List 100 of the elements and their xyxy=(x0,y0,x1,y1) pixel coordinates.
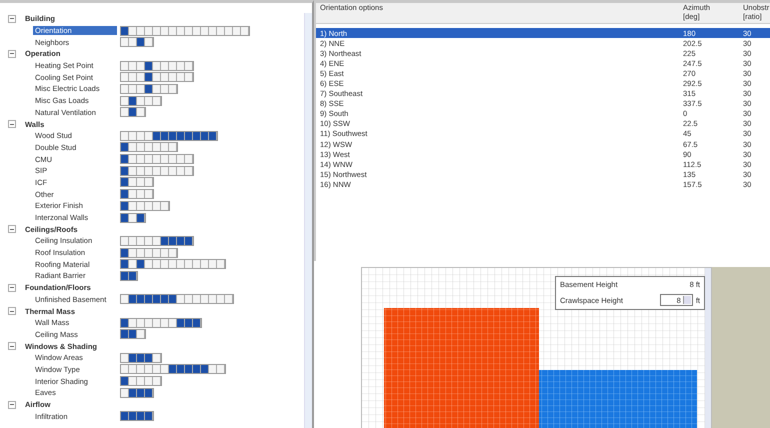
option-cell[interactable] xyxy=(145,248,153,257)
option-cell[interactable] xyxy=(177,62,185,70)
option-cell[interactable] xyxy=(177,365,185,374)
option-cell[interactable] xyxy=(153,248,161,257)
option-cell[interactable] xyxy=(137,377,145,386)
option-cell[interactable] xyxy=(201,132,209,140)
option-cell[interactable] xyxy=(225,295,233,304)
option-cell[interactable] xyxy=(153,96,161,105)
option-cell[interactable] xyxy=(169,143,177,152)
option-cell[interactable] xyxy=(145,354,153,362)
option-cell[interactable] xyxy=(137,365,145,374)
option-cell[interactable] xyxy=(209,26,217,35)
expander-icon[interactable] xyxy=(8,225,16,234)
option-cell[interactable] xyxy=(129,260,137,268)
option-cell[interactable] xyxy=(161,143,169,152)
option-cell[interactable] xyxy=(193,318,201,327)
option-cell[interactable] xyxy=(145,62,153,70)
option-cell[interactable] xyxy=(129,132,137,140)
expander-icon[interactable] xyxy=(8,342,16,350)
option-cell[interactable] xyxy=(121,236,129,245)
option-cell[interactable] xyxy=(185,166,193,175)
option-cell[interactable] xyxy=(137,236,145,245)
option-cell[interactable] xyxy=(121,26,129,35)
option-cell[interactable] xyxy=(121,377,129,386)
option-cell[interactable] xyxy=(169,62,177,70)
option-cell[interactable] xyxy=(153,318,161,327)
option-cell[interactable] xyxy=(137,318,145,327)
option-cell[interactable] xyxy=(201,365,209,374)
option-cell[interactable] xyxy=(129,330,137,338)
option-cell[interactable] xyxy=(185,73,193,82)
option-cell[interactable] xyxy=(193,260,201,268)
option-cell[interactable] xyxy=(177,236,185,245)
option-cell[interactable] xyxy=(153,365,161,374)
option-cell[interactable] xyxy=(145,84,153,93)
option-cell[interactable] xyxy=(161,166,169,175)
option-cell[interactable] xyxy=(145,178,153,186)
option-cell[interactable] xyxy=(137,143,145,152)
option-cell[interactable] xyxy=(153,260,161,268)
option-cell[interactable] xyxy=(137,248,145,257)
option-cell[interactable] xyxy=(121,190,129,198)
option-cell[interactable] xyxy=(161,62,169,70)
option-cell[interactable] xyxy=(137,166,145,175)
option-cell[interactable] xyxy=(169,318,177,327)
option-cell[interactable] xyxy=(161,365,169,374)
option-cell[interactable] xyxy=(129,318,137,327)
option-cell[interactable] xyxy=(169,236,177,245)
option-cell[interactable] xyxy=(137,178,145,186)
option-cell[interactable] xyxy=(185,155,193,164)
option-cell[interactable] xyxy=(185,365,193,374)
option-cell[interactable] xyxy=(137,96,145,105)
option-cell[interactable] xyxy=(161,73,169,82)
option-cell[interactable] xyxy=(161,260,169,268)
option-cell[interactable] xyxy=(129,84,137,93)
option-cell[interactable] xyxy=(161,26,169,35)
option-cell[interactable] xyxy=(177,73,185,82)
option-cell[interactable] xyxy=(121,96,129,105)
expander-icon[interactable] xyxy=(8,50,16,58)
option-cell[interactable] xyxy=(121,132,129,140)
option-cell[interactable] xyxy=(169,132,177,140)
option-cell[interactable] xyxy=(121,214,129,222)
option-cell[interactable] xyxy=(177,318,185,327)
option-cell[interactable] xyxy=(145,132,153,140)
option-cell[interactable] xyxy=(217,260,225,268)
option-cell[interactable] xyxy=(161,132,169,140)
option-cell[interactable] xyxy=(185,260,193,268)
option-cell[interactable] xyxy=(161,155,169,164)
option-cell[interactable] xyxy=(201,295,209,304)
option-cell[interactable] xyxy=(121,365,129,374)
option-cell[interactable] xyxy=(241,26,249,35)
option-cell[interactable] xyxy=(129,248,137,257)
option-cell[interactable] xyxy=(201,26,209,35)
option-cell[interactable] xyxy=(153,26,161,35)
option-cell[interactable] xyxy=(145,26,153,35)
option-cell[interactable] xyxy=(129,155,137,164)
option-cell[interactable] xyxy=(137,132,145,140)
option-cell[interactable] xyxy=(129,62,137,70)
option-cell[interactable] xyxy=(129,365,137,374)
option-cell[interactable] xyxy=(129,166,137,175)
option-cell[interactable] xyxy=(129,73,137,82)
option-cell[interactable] xyxy=(233,26,241,35)
option-cell[interactable] xyxy=(137,190,145,198)
option-cell[interactable] xyxy=(169,84,177,93)
option-cell[interactable] xyxy=(185,236,193,245)
option-cell[interactable] xyxy=(185,295,193,304)
option-cell[interactable] xyxy=(153,62,161,70)
option-cell[interactable] xyxy=(129,354,137,362)
option-cell[interactable] xyxy=(137,38,145,46)
option-cell[interactable] xyxy=(121,318,129,327)
option-cell[interactable] xyxy=(193,132,201,140)
option-cell[interactable] xyxy=(121,166,129,175)
option-cell[interactable] xyxy=(177,26,185,35)
option-cell[interactable] xyxy=(217,365,225,374)
option-cell[interactable] xyxy=(161,318,169,327)
option-cell[interactable] xyxy=(153,155,161,164)
option-cell[interactable] xyxy=(121,295,129,304)
option-cell[interactable] xyxy=(169,365,177,374)
option-cell[interactable] xyxy=(137,260,145,268)
option-cell[interactable] xyxy=(137,330,145,338)
option-cell[interactable] xyxy=(121,178,129,186)
option-cell[interactable] xyxy=(121,388,129,397)
